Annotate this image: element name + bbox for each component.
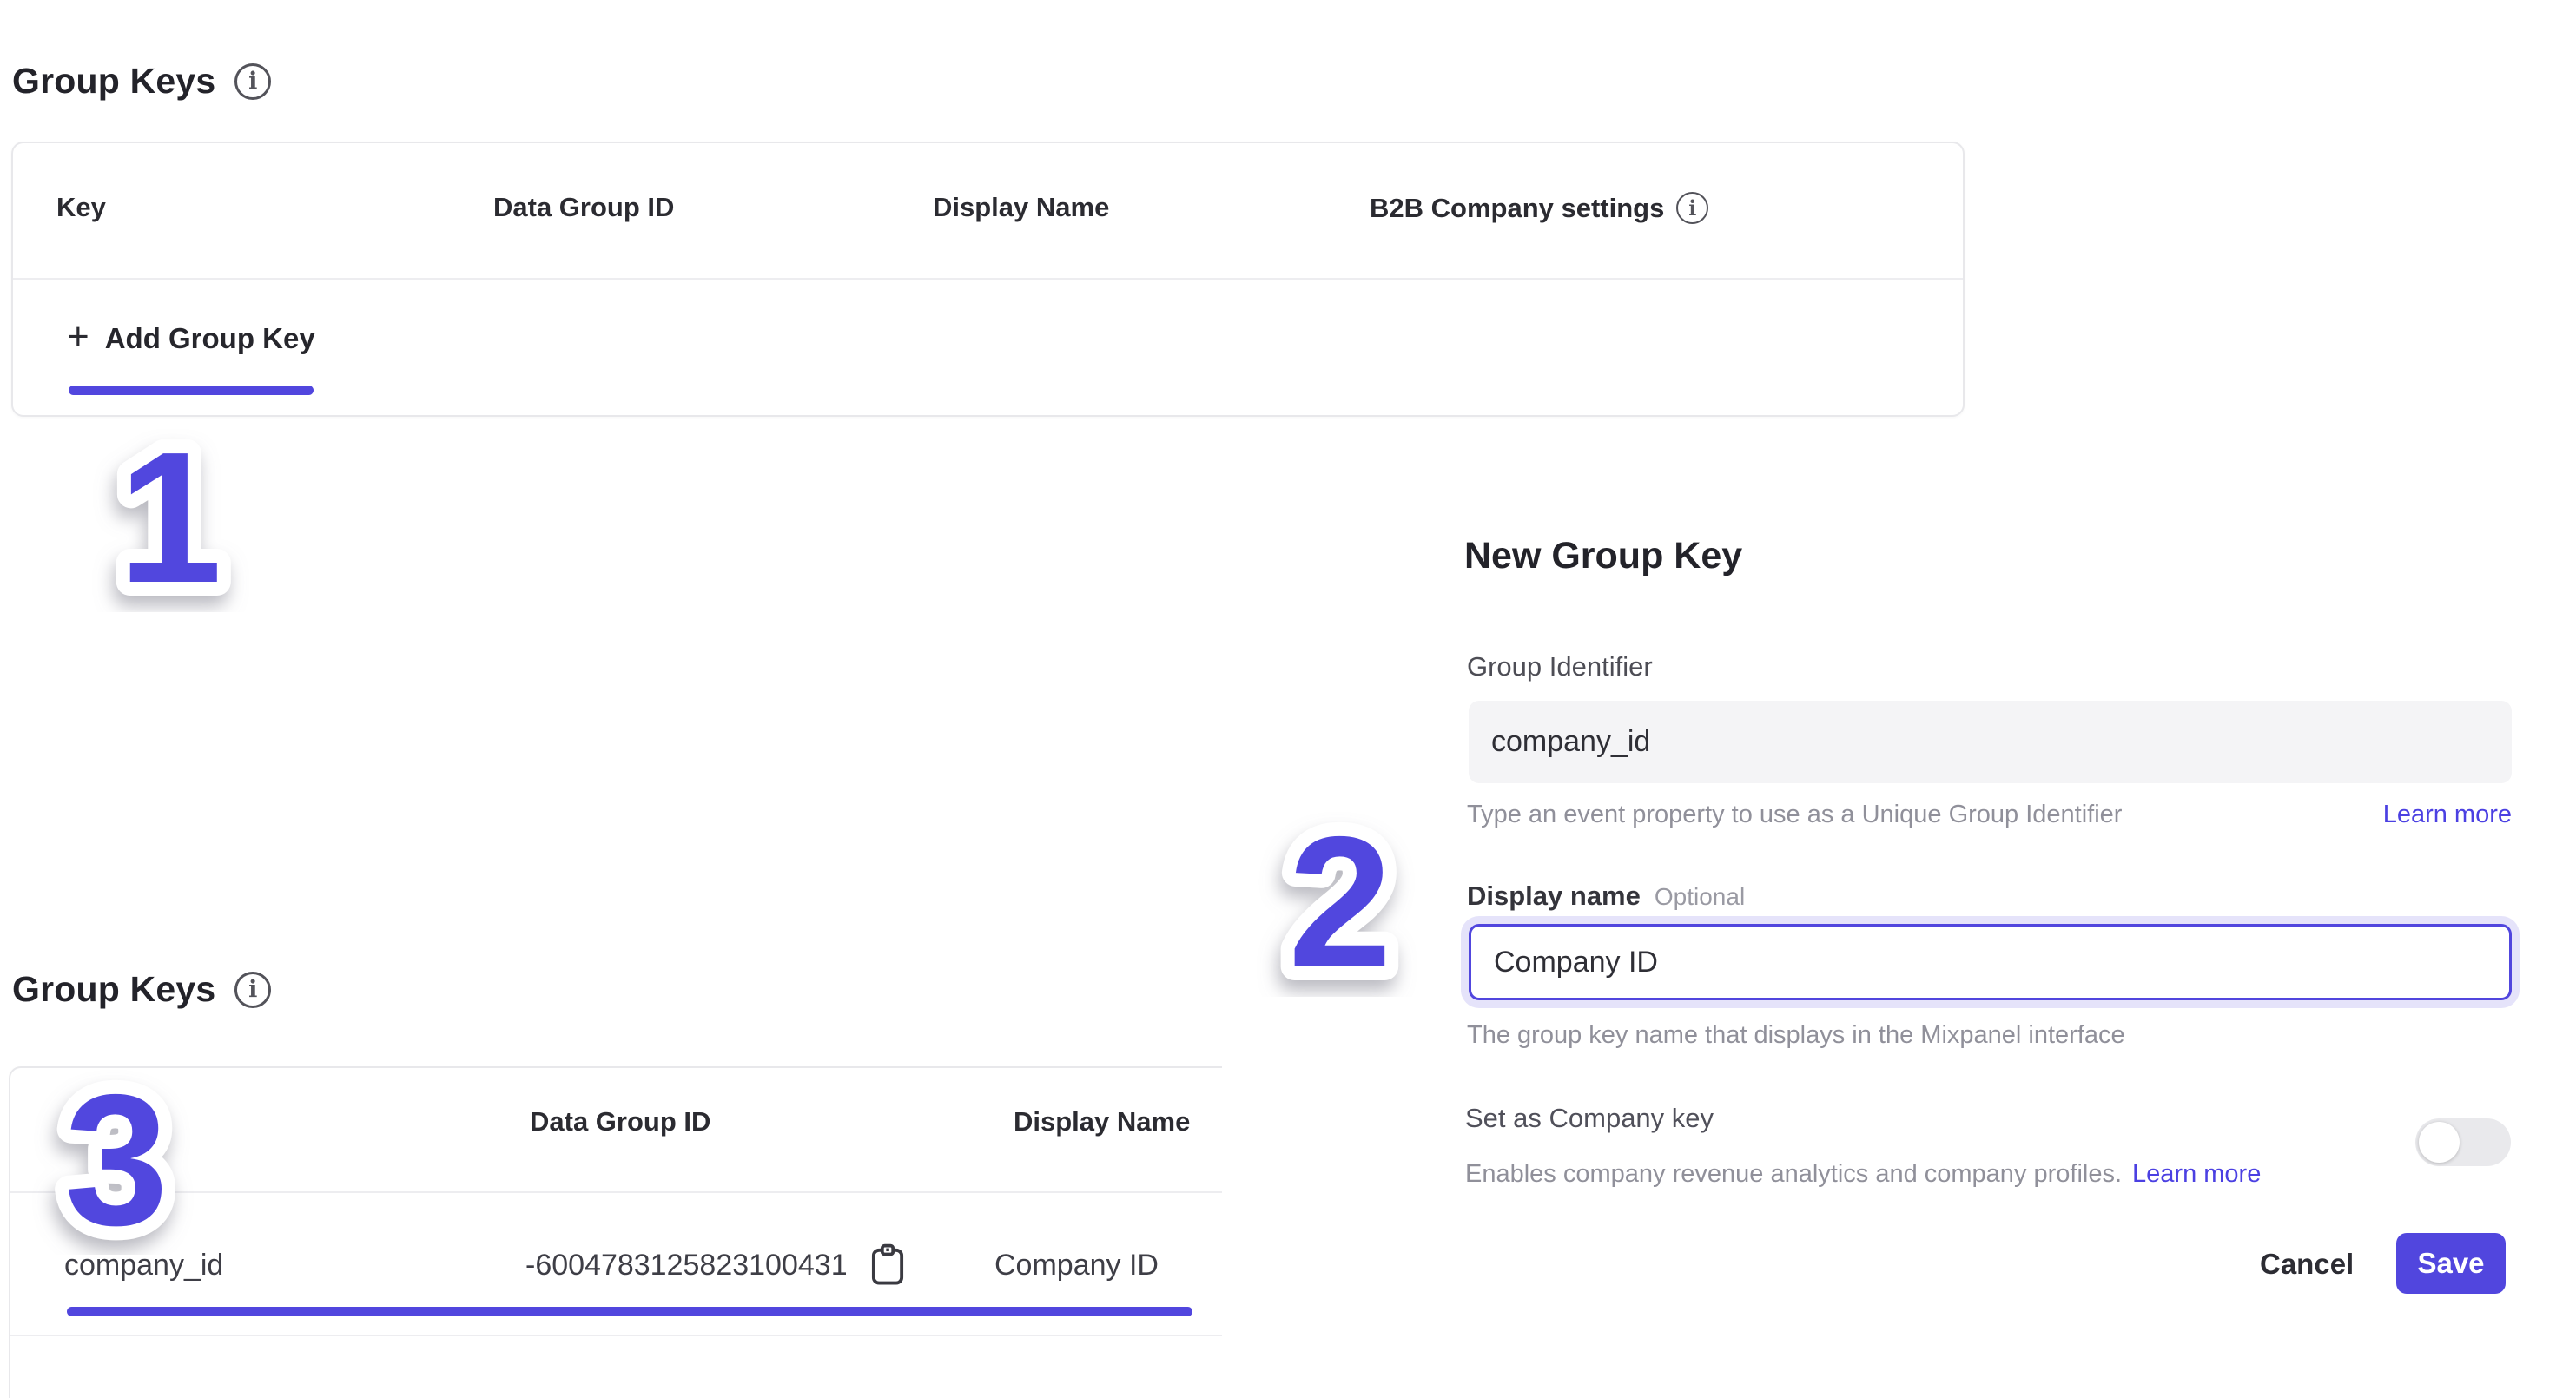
group-identifier-helper-row: Type an event property to use as a Uniqu…	[1467, 801, 2512, 829]
display-name-helper: The group key name that displays in the …	[1467, 1021, 2125, 1050]
column-header-display-name: Display Name	[933, 192, 1109, 223]
top-section-title: Group Keys i	[12, 61, 271, 102]
step-2-number: 2	[1288, 797, 1392, 997]
bottom-section-title-text: Group Keys	[12, 969, 215, 1010]
save-button[interactable]: Save	[2396, 1233, 2506, 1294]
column-header-key: Key	[63, 1106, 112, 1138]
display-name-optional: Optional	[1655, 883, 1745, 911]
info-icon[interactable]: i	[234, 972, 271, 1008]
column-header-key: Key	[56, 192, 106, 223]
learn-more-link[interactable]: Learn more	[2383, 801, 2512, 829]
group-identifier-label: Group Identifier	[1467, 651, 1653, 683]
column-header-display-name: Display Name	[1014, 1106, 1190, 1138]
company-key-helper: Enables company revenue analytics and co…	[1465, 1160, 2122, 1189]
display-name-helper-row: The group key name that displays in the …	[1467, 1021, 2512, 1050]
display-name-label-row: Display name Optional	[1467, 880, 1745, 912]
company-key-label: Set as Company key	[1465, 1103, 1714, 1134]
info-icon-glyph: i	[248, 978, 257, 1001]
toggle-knob	[2419, 1122, 2460, 1163]
table-header-divider	[13, 278, 1963, 280]
step-1-badge: 1	[75, 404, 266, 612]
add-group-key-button[interactable]: + Add Group Key	[67, 321, 315, 356]
add-group-key-label: Add Group Key	[105, 322, 315, 355]
row-display-name-cell: Company ID	[994, 1246, 1159, 1284]
info-icon-glyph: i	[248, 69, 257, 93]
step-2-badge: 2	[1245, 788, 1436, 997]
display-name-label: Display name	[1467, 880, 1641, 912]
cancel-button[interactable]: Cancel	[2255, 1247, 2359, 1282]
bottom-section-title: Group Keys i	[12, 969, 271, 1010]
group-keys-table-top: Key Data Group ID Display Name B2B Compa…	[11, 142, 1965, 417]
group-identifier-helper: Type an event property to use as a Uniqu…	[1467, 801, 2122, 829]
annotation-underline-add-key	[69, 386, 314, 395]
column-header-data-group-id: Data Group ID	[530, 1106, 710, 1138]
step-1-number: 1	[118, 412, 222, 612]
form-title: New Group Key	[1464, 535, 1742, 577]
group-keys-settings-page: Group Keys i Key Data Group ID Display N…	[0, 0, 2576, 1398]
info-icon[interactable]: i	[1676, 192, 1708, 224]
column-header-b2b-settings: B2B Company settings i	[1370, 192, 1708, 224]
top-section-title-text: Group Keys	[12, 61, 215, 102]
group-identifier-input[interactable]	[1469, 701, 2512, 783]
company-key-helper-row: Enables company revenue analytics and co…	[1465, 1160, 2334, 1189]
column-header-data-group-id: Data Group ID	[493, 192, 674, 223]
row-data-group-id-cell: -6004783125823100431	[525, 1246, 907, 1284]
company-key-toggle[interactable]	[2415, 1118, 2511, 1166]
info-icon[interactable]: i	[234, 63, 271, 100]
plus-icon: +	[67, 318, 89, 356]
bottom-table-clip: Key Data Group ID Display Name company_i…	[9, 1066, 1222, 1398]
info-icon-glyph: i	[1688, 198, 1696, 219]
table-header-divider	[10, 1191, 1222, 1193]
copy-icon[interactable]	[869, 1243, 907, 1288]
row-key-cell: company_id	[64, 1246, 223, 1284]
learn-more-link[interactable]: Learn more	[2132, 1160, 2261, 1189]
group-keys-table-bottom: Key Data Group ID Display Name company_i…	[9, 1066, 1222, 1398]
annotation-underline-row	[67, 1307, 1192, 1316]
row-divider	[10, 1335, 1222, 1336]
display-name-input[interactable]	[1469, 924, 2512, 1000]
